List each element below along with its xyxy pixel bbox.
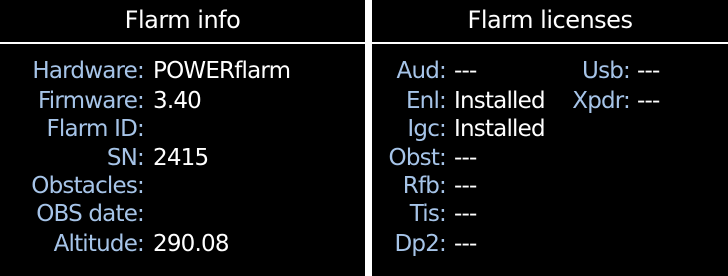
info-row-hardware: Hardware: POWERflarm [0, 56, 365, 86]
info-row-sn: SN: 2415 [0, 143, 365, 173]
usb-label: Usb: [582, 58, 631, 84]
hardware-label: Hardware: [32, 58, 144, 84]
obst-label: Obst: [388, 145, 447, 171]
firmware-value: 3.40 [153, 88, 202, 114]
info-row-altitude: Altitude: 290.08 [0, 229, 365, 259]
sn-value: 2415 [153, 145, 209, 171]
flarm-id-label: Flarm ID: [46, 116, 144, 142]
flarm-licenses-header: Flarm licenses [372, 0, 728, 44]
dp2-label: Dp2: [394, 231, 447, 257]
tis-value: --- [454, 201, 477, 227]
license-row-dp2: Dp2: --- [372, 229, 728, 259]
dp2-value: --- [454, 231, 477, 257]
info-row-obstacles: Obstacles: [0, 171, 365, 201]
altitude-value: 290.08 [153, 231, 229, 257]
obst-value: --- [454, 145, 477, 171]
obstacles-label: Obstacles: [31, 173, 145, 199]
tis-label: Tis: [409, 201, 447, 227]
license-row-aud: Aud: --- Usb: --- [372, 56, 728, 86]
info-row-flarm-id: Flarm ID: [0, 114, 365, 144]
flarm-licenses-panel: Flarm licenses Aud: --- Usb: --- Enl: In… [372, 0, 728, 276]
flarm-info-panel: Flarm info Hardware: POWERflarm Firmware… [0, 0, 365, 276]
enl-label: Enl: [405, 88, 447, 114]
license-row-tis: Tis: --- [372, 199, 728, 229]
hardware-value: POWERflarm [153, 58, 291, 84]
sn-label: SN: [106, 145, 145, 171]
rfb-value: --- [454, 173, 477, 199]
license-row-igc: Igc: Installed [372, 114, 728, 144]
flarm-licenses-title: Flarm licenses [467, 6, 633, 34]
usb-value: --- [637, 58, 660, 84]
xpdr-label: Xpdr: [572, 88, 631, 114]
info-row-obs-date: OBS date: [0, 199, 365, 229]
flarm-info-title: Flarm info [124, 6, 241, 34]
igc-value: Installed [454, 116, 546, 142]
license-row-enl: Enl: Installed Xpdr: --- [372, 86, 728, 116]
license-row-obst: Obst: --- [372, 143, 728, 173]
xpdr-value: --- [637, 88, 660, 114]
rfb-label: Rfb: [402, 173, 447, 199]
firmware-label: Firmware: [38, 88, 145, 114]
aud-label: Aud: [396, 58, 447, 84]
enl-value: Installed [454, 88, 546, 114]
obs-date-label: OBS date: [36, 201, 145, 227]
license-row-rfb: Rfb: --- [372, 171, 728, 201]
igc-label: Igc: [407, 116, 446, 142]
info-row-firmware: Firmware: 3.40 [0, 86, 365, 116]
flarm-info-header: Flarm info [0, 0, 365, 44]
aud-value: --- [454, 58, 477, 84]
altitude-label: Altitude: [53, 231, 145, 257]
